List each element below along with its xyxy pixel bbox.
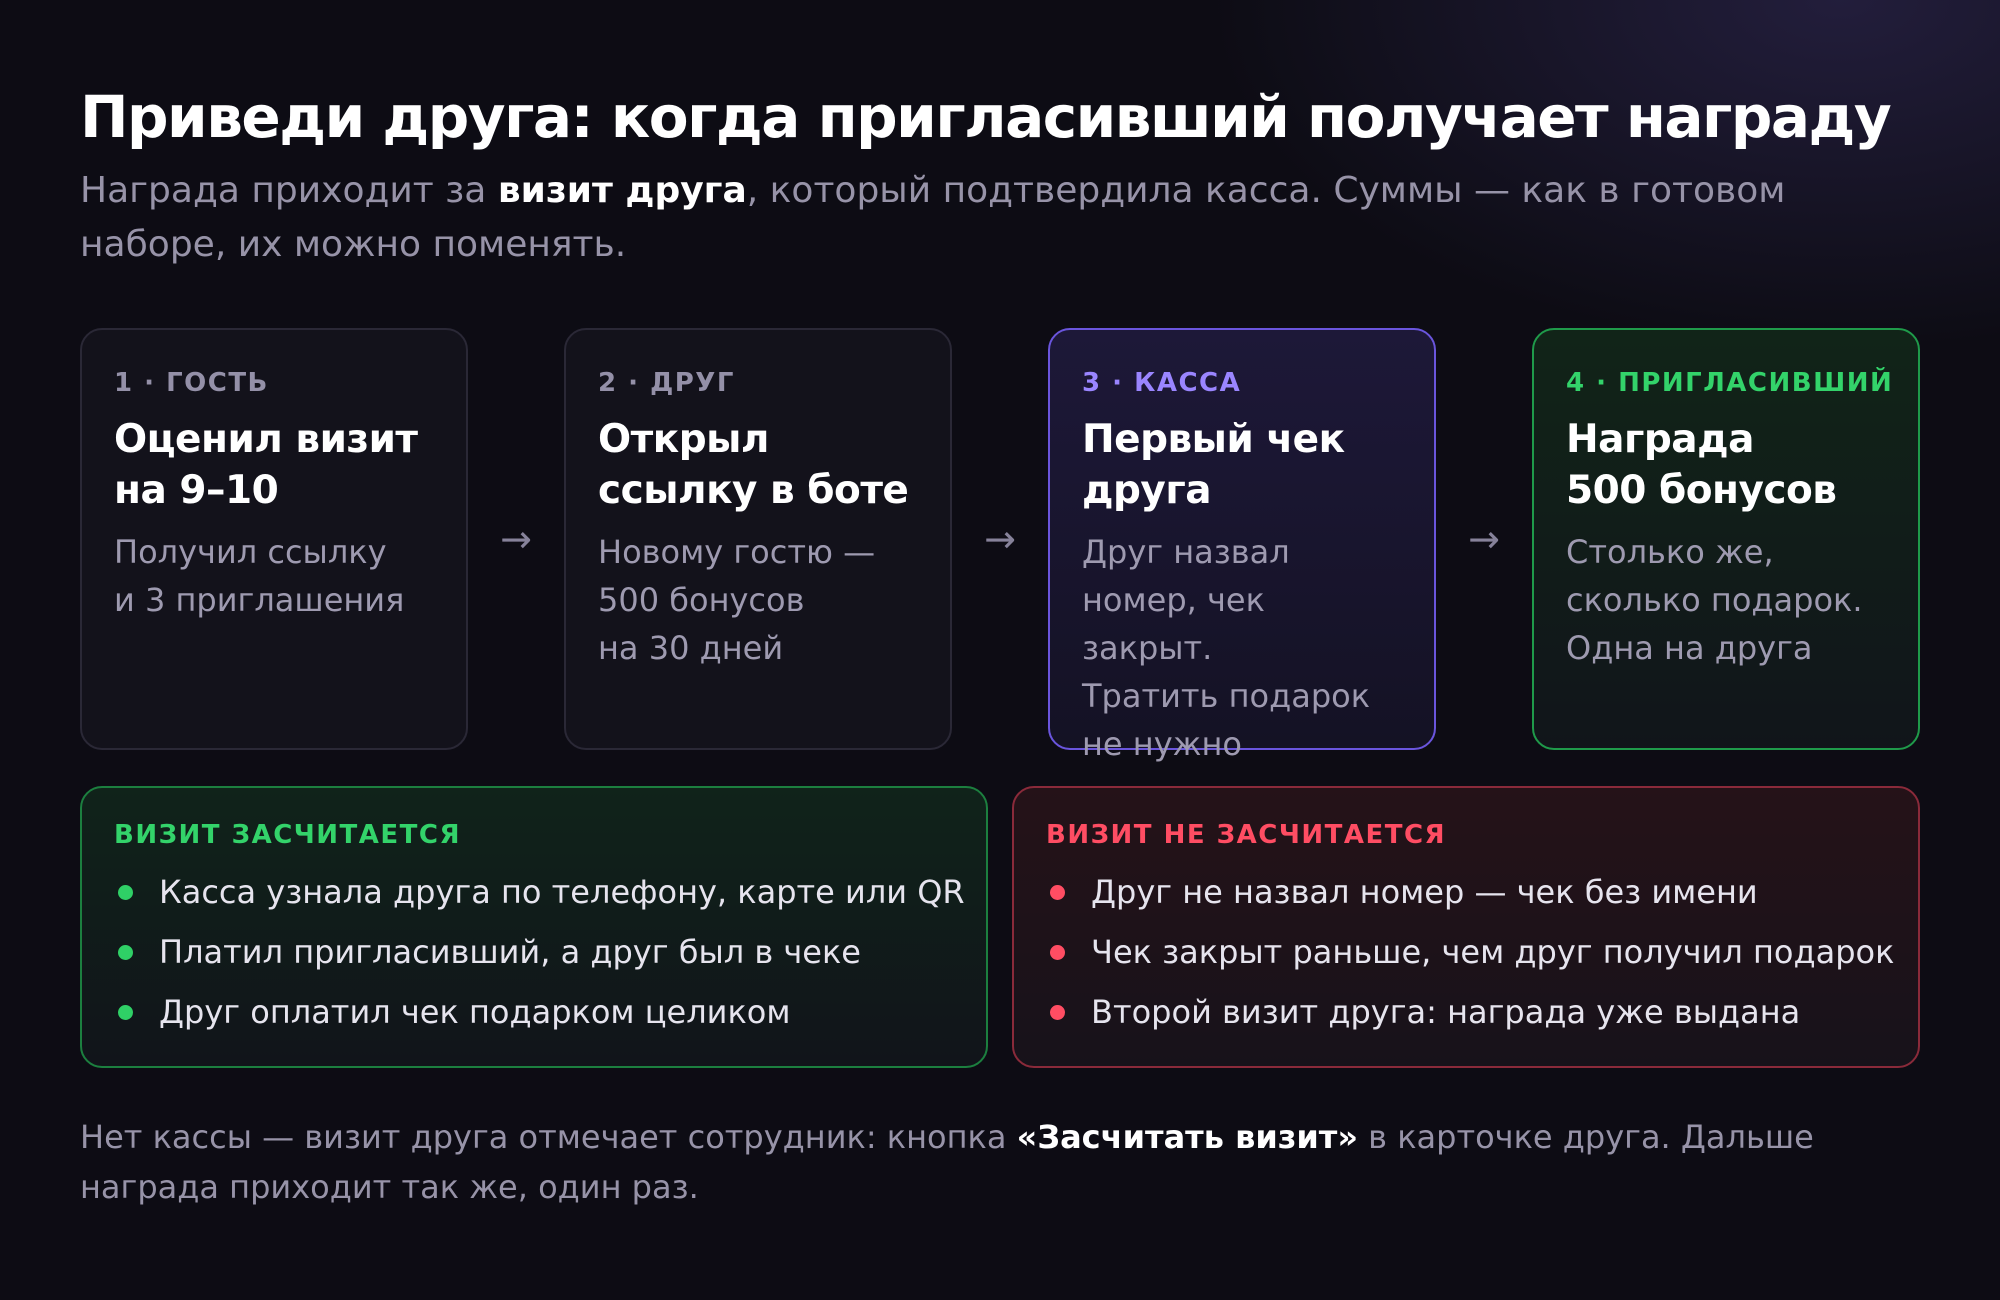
list-item: Друг оплатил чек подарком целиком <box>114 982 954 1042</box>
page-title: Приведи друга: когда пригласивший получа… <box>80 83 1892 151</box>
step-description: Друг назвал номер, чек закрыт. Тратить п… <box>1082 533 1371 763</box>
arrow-right-icon: → <box>984 517 1016 561</box>
list-item-text: Платил пригласивший, а друг был в чеке <box>159 933 861 971</box>
footer-emphasis: «Засчитать визит» <box>1016 1118 1358 1156</box>
arrow-right-icon: → <box>1468 517 1500 561</box>
step-description: Столько же, сколько подарок. Одна на дру… <box>1566 533 1863 667</box>
steps-flow: 1 · ГОСТЬ Оценил визит на 9–10 Получил с… <box>80 328 1920 763</box>
step-card-friend: 2 · ДРУГ Открыл ссылку в боте Новому гос… <box>564 328 952 750</box>
subtitle-emphasis: визит друга <box>497 170 747 211</box>
green-dot-icon <box>118 944 133 960</box>
green-dot-icon <box>118 884 133 900</box>
step-title: Оценил визит на 9–10 <box>114 417 418 513</box>
visit-not-counts-panel: ВИЗИТ НЕ ЗАСЧИТАЕТСЯ Друг не назвал номе… <box>1012 786 1920 1068</box>
page: Приведи друга: когда пригласивший получа… <box>80 0 1920 1300</box>
red-dot-icon <box>1050 884 1065 900</box>
list-item-text: Чек закрыт раньше, чем друг получил пода… <box>1091 933 1895 971</box>
list-item-text: Друг оплатил чек подарком целиком <box>159 993 791 1031</box>
list-item-text: Второй визит друга: награда уже выдана <box>1091 993 1801 1031</box>
visit-not-counts-list: Друг не назвал номер — чек без имени Чек… <box>1046 862 1894 1042</box>
step-title: Награда 500 бонусов <box>1566 417 1837 513</box>
step-label: 4 · ПРИГЛАСИВШИЙ <box>1566 368 1894 398</box>
list-item: Касса узнала друга по телефону, карте ил… <box>114 862 965 922</box>
footer-note: Нет кассы — визит друга отмечает сотрудн… <box>80 1112 1920 1212</box>
visit-rules: ВИЗИТ ЗАСЧИТАЕТСЯ Касса узнала друга по … <box>80 786 1920 1068</box>
step-card-guest: 1 · ГОСТЬ Оценил визит на 9–10 Получил с… <box>80 328 468 750</box>
page-subtitle: Награда приходит за визит друга, который… <box>80 164 1920 272</box>
list-item-text: Касса узнала друга по телефону, карте ил… <box>159 873 965 911</box>
visit-counts-label: ВИЗИТ ЗАСЧИТАЕТСЯ <box>114 820 461 850</box>
step-label: 1 · ГОСТЬ <box>114 368 269 398</box>
list-item: Платил пригласивший, а друг был в чеке <box>114 922 954 982</box>
list-item: Чек закрыт раньше, чем друг получил пода… <box>1046 922 1894 982</box>
red-dot-icon <box>1050 1004 1065 1020</box>
list-item-text: Друг не назвал номер — чек без имени <box>1091 873 1758 911</box>
step-title: Открыл ссылку в боте <box>598 417 909 513</box>
step-title: Первый чек друга <box>1082 417 1345 513</box>
step-card-register: 3 · КАССА Первый чек друга Друг назвал н… <box>1048 328 1436 763</box>
subtitle-text-start: Награда приходит за <box>80 170 498 211</box>
red-dot-icon <box>1050 944 1065 960</box>
step-description: Получил ссылку и 3 приглашения <box>114 533 405 619</box>
list-item: Друг не назвал номер — чек без имени <box>1046 862 1886 922</box>
arrow-right-icon: → <box>500 517 532 561</box>
step-description: Новому гостю — 500 бонусов на 30 дней <box>598 533 876 667</box>
visit-not-counts-label: ВИЗИТ НЕ ЗАСЧИТАЕТСЯ <box>1046 820 1447 850</box>
list-item: Второй визит друга: награда уже выдана <box>1046 982 1886 1042</box>
step-card-referrer: 4 · ПРИГЛАСИВШИЙ Награда 500 бонусов Сто… <box>1532 328 1920 750</box>
step-label: 2 · ДРУГ <box>598 368 735 398</box>
visit-counts-list: Касса узнала друга по телефону, карте ил… <box>114 862 965 1042</box>
visit-counts-panel: ВИЗИТ ЗАСЧИТАЕТСЯ Касса узнала друга по … <box>80 786 988 1068</box>
footer-text-start: Нет кассы — визит друга отмечает сотрудн… <box>80 1118 1017 1156</box>
step-label: 3 · КАССА <box>1082 368 1242 398</box>
green-dot-icon <box>118 1004 133 1020</box>
